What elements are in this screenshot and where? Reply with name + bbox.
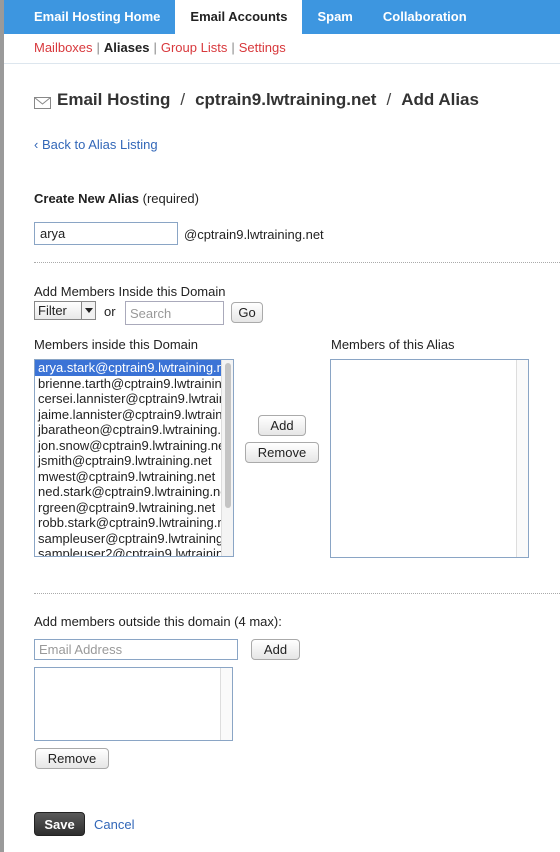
subnav-settings[interactable]: Settings [239, 40, 286, 56]
go-button[interactable]: Go [231, 302, 263, 323]
section-divider [34, 593, 560, 594]
subnav-separator: | [153, 40, 157, 55]
filter-select[interactable]: Filter [34, 301, 96, 320]
inside-domain-label: Add Members Inside this Domain [34, 284, 226, 299]
tab-email-hosting-home[interactable]: Email Hosting Home [4, 0, 175, 34]
or-text: or [104, 304, 116, 319]
member-option[interactable]: jsmith@cptrain9.lwtraining.net [35, 453, 222, 469]
cancel-link[interactable]: Cancel [94, 817, 134, 832]
breadcrumb-separator: / [386, 90, 392, 109]
alias-member-list[interactable] [330, 359, 529, 558]
member-option[interactable]: sampleuser2@cptrain9.lwtraining.net [35, 546, 222, 556]
page-title: Email Hosting / cptrain9.lwtraining.net … [34, 89, 479, 111]
subnav-separator: | [231, 40, 235, 55]
create-alias-label: Create New Alias (required) [34, 191, 199, 206]
subnav-aliases[interactable]: Aliases [104, 40, 150, 56]
member-search-input[interactable] [125, 301, 224, 325]
members-inside-domain-label: Members inside this Domain [34, 337, 199, 352]
breadcrumb-page: Add Alias [401, 90, 479, 109]
member-option[interactable]: ned.stark@cptrain9.lwtraining.net [35, 484, 222, 500]
remove-member-button[interactable]: Remove [245, 442, 319, 463]
external-list-scrollbar[interactable] [220, 668, 232, 740]
breadcrumb-separator: / [180, 90, 186, 109]
outside-domain-label: Add members outside this domain (4 max): [34, 614, 282, 629]
tab-email-accounts[interactable]: Email Accounts [175, 0, 303, 34]
subnav-group-lists[interactable]: Group Lists [161, 40, 227, 56]
save-button[interactable]: Save [34, 812, 85, 836]
alias-domain-suffix: @cptrain9.lwtraining.net [184, 227, 324, 242]
tab-collaboration[interactable]: Collaboration [368, 0, 482, 34]
filter-select-value: Filter [38, 303, 67, 318]
member-option[interactable]: jbaratheon@cptrain9.lwtraining.net [35, 422, 222, 438]
add-member-button[interactable]: Add [258, 415, 306, 436]
subnav-mailboxes[interactable]: Mailboxes [34, 40, 93, 56]
section-divider [34, 262, 560, 263]
member-option[interactable]: brienne.tarth@cptrain9.lwtraining.net [35, 376, 222, 392]
add-external-button[interactable]: Add [251, 639, 300, 660]
envelope-icon [34, 94, 51, 109]
external-email-input[interactable] [34, 639, 238, 660]
create-alias-required-note: (required) [142, 191, 199, 206]
member-option[interactable]: robb.stark@cptrain9.lwtraining.net [35, 515, 222, 531]
breadcrumb-root: Email Hosting [57, 90, 171, 109]
member-option[interactable]: mwest@cptrain9.lwtraining.net [35, 469, 222, 485]
back-to-alias-listing-link[interactable]: ‹ Back to Alias Listing [34, 137, 158, 152]
breadcrumb-domain: cptrain9.lwtraining.net [195, 90, 377, 109]
member-option[interactable]: cersei.lannister@cptrain9.lwtraining.net [35, 391, 222, 407]
member-option[interactable]: jon.snow@cptrain9.lwtraining.net [35, 438, 222, 454]
external-member-list[interactable] [34, 667, 233, 741]
subnav-divider [4, 63, 560, 64]
sub-navigation: Mailboxes | Aliases | Group Lists | Sett… [34, 40, 286, 56]
remove-external-button[interactable]: Remove [35, 748, 109, 769]
member-option[interactable]: sampleuser@cptrain9.lwtraining.net [35, 531, 222, 547]
member-option[interactable]: rgreen@cptrain9.lwtraining.net [35, 500, 222, 516]
alias-list-scrollbar[interactable] [516, 360, 528, 557]
left-edge-rail [0, 0, 4, 852]
create-alias-title: Create New Alias [34, 191, 140, 206]
alias-name-input[interactable] [34, 222, 178, 245]
top-navigation: Email Hosting Home Email Accounts Spam C… [4, 0, 560, 34]
tab-spam[interactable]: Spam [302, 0, 367, 34]
inside-domain-member-list[interactable]: arya.stark@cptrain9.lwtraining.net brienn… [34, 359, 234, 557]
chevron-down-icon [81, 302, 95, 319]
member-list-scrollbar[interactable] [221, 360, 233, 556]
member-option[interactable]: jaime.lannister@cptrain9.lwtraining.net [35, 407, 222, 423]
subnav-separator: | [96, 40, 100, 55]
members-of-alias-label: Members of this Alias [331, 337, 455, 352]
member-option[interactable]: arya.stark@cptrain9.lwtraining.net [35, 360, 222, 376]
member-list-scroll-thumb[interactable] [225, 363, 231, 508]
